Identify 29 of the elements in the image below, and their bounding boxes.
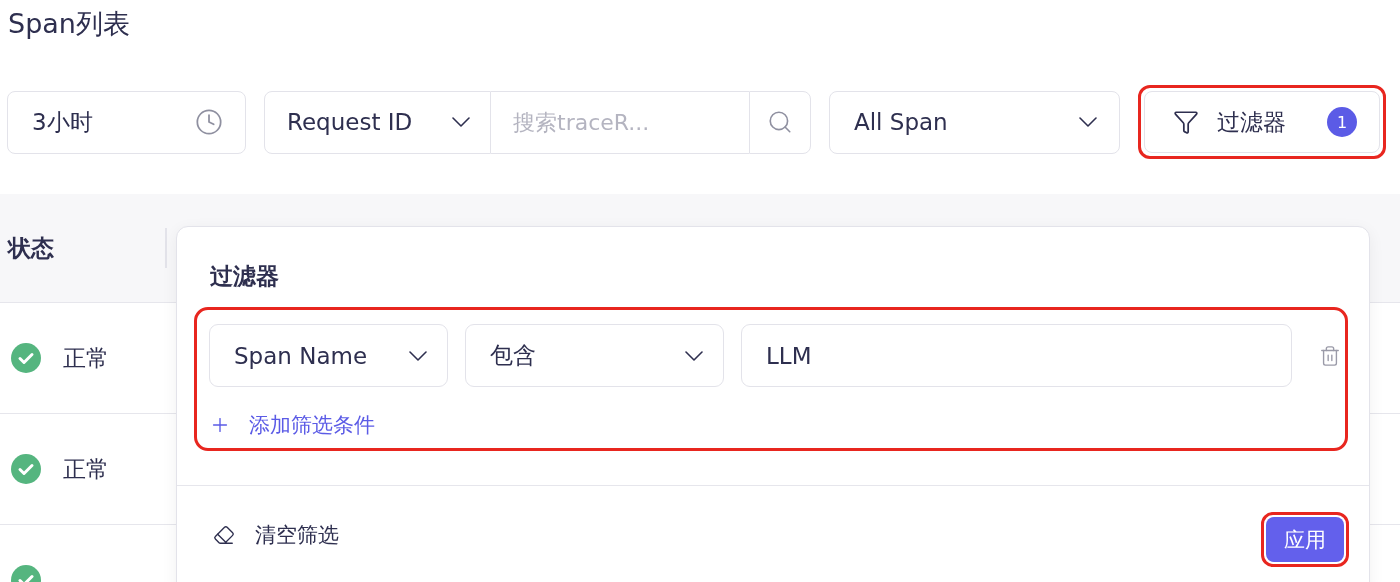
span-type-select[interactable]: All Span — [829, 90, 1120, 154]
clock-icon — [195, 108, 223, 136]
chevron-down-icon — [452, 117, 470, 127]
filter-button[interactable]: 过滤器 1 — [1144, 91, 1380, 153]
trash-icon[interactable] — [1319, 344, 1341, 367]
count-badge: 1 — [1327, 107, 1357, 137]
status-text: 正常 — [63, 454, 109, 484]
clear-filter-button[interactable]: 清空筛选 — [213, 521, 339, 549]
search-field[interactable]: 搜索traceR... — [491, 90, 749, 154]
chevron-down-icon — [1079, 117, 1097, 127]
column-header: 状态 — [0, 228, 167, 268]
eraser-icon — [213, 524, 235, 546]
add-condition-link[interactable]: 添加筛选条件 — [209, 411, 375, 439]
popover-title: 过滤器 — [209, 262, 280, 291]
funnel-icon — [1173, 109, 1199, 135]
check-circle-icon — [11, 343, 41, 373]
search-icon — [767, 109, 793, 135]
field-select[interactable]: Span Name — [209, 324, 448, 387]
search-type-select[interactable]: Request ID — [264, 90, 491, 154]
status-text: 正常 — [63, 343, 109, 373]
apply-button[interactable]: 应用 — [1266, 517, 1344, 562]
check-circle-icon — [11, 454, 41, 484]
chevron-down-icon — [685, 350, 703, 361]
value-field[interactable]: LLM — [741, 324, 1292, 387]
chevron-down-icon — [409, 350, 427, 361]
page-title: Span列表 — [7, 7, 131, 41]
search-button[interactable] — [749, 90, 811, 154]
time-range-select[interactable]: 3小时 — [7, 90, 246, 154]
operator-select[interactable]: 包含 — [465, 324, 724, 387]
